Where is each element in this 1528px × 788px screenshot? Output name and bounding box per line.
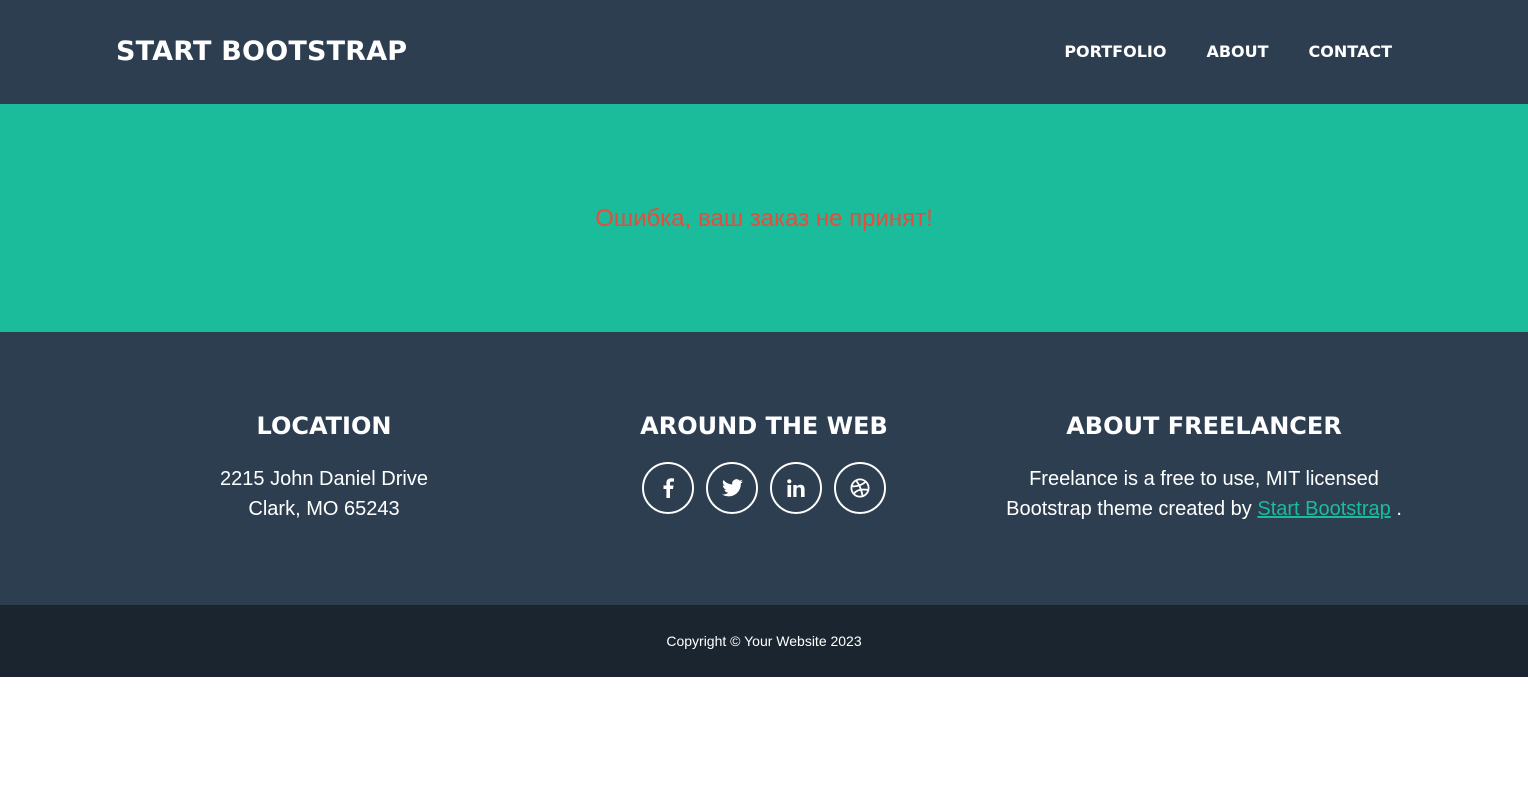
location-title: LOCATION (256, 412, 392, 440)
nav-link-about[interactable]: ABOUT (1206, 41, 1268, 63)
social-links (544, 462, 984, 514)
copyright-bar: Copyright © Your Website 2023 (0, 605, 1528, 677)
footer-location: LOCATION 2215 John Daniel Drive Clark, M… (104, 410, 544, 524)
address-line-1: 2215 John Daniel Drive (220, 468, 428, 490)
nav-menu: PORTFOLIO ABOUT CONTACT (1064, 41, 1392, 63)
linkedin-button[interactable] (770, 462, 822, 514)
dribbble-button[interactable] (834, 462, 886, 514)
address-line-2: Clark, MO 65243 (248, 498, 400, 520)
nav-link-portfolio[interactable]: PORTFOLIO (1064, 41, 1166, 63)
footer: LOCATION 2215 John Daniel Drive Clark, M… (0, 332, 1528, 605)
nav-link-contact[interactable]: CONTACT (1309, 41, 1392, 63)
about-title: ABOUT FREELANCER (1066, 412, 1342, 440)
copyright-text: Copyright © Your Website 2023 (666, 633, 862, 649)
linkedin-icon (787, 479, 805, 497)
facebook-button[interactable] (642, 462, 694, 514)
error-message: Ошибка, ваш заказ не принят! (595, 205, 933, 232)
about-text-end: . (1390, 498, 1402, 520)
start-bootstrap-link[interactable]: Start Bootstrap (1257, 498, 1390, 520)
twitter-icon (721, 479, 743, 497)
footer-social: AROUND THE WEB (544, 410, 984, 514)
footer-about: ABOUT FREELANCER Freelance is a free to … (984, 410, 1424, 524)
dribbble-icon (850, 478, 870, 498)
facebook-icon (662, 478, 674, 498)
location-address: 2215 John Daniel Drive Clark, MO 65243 (104, 464, 544, 524)
social-title: AROUND THE WEB (640, 412, 888, 440)
about-text: Freelance is a free to use, MIT licensed… (984, 464, 1424, 524)
brand-link[interactable]: START BOOTSTRAP (116, 35, 407, 69)
hero-section: Ошибка, ваш заказ не принят! (0, 104, 1528, 332)
navbar: START BOOTSTRAP PORTFOLIO ABOUT CONTACT (0, 0, 1528, 104)
twitter-button[interactable] (706, 462, 758, 514)
